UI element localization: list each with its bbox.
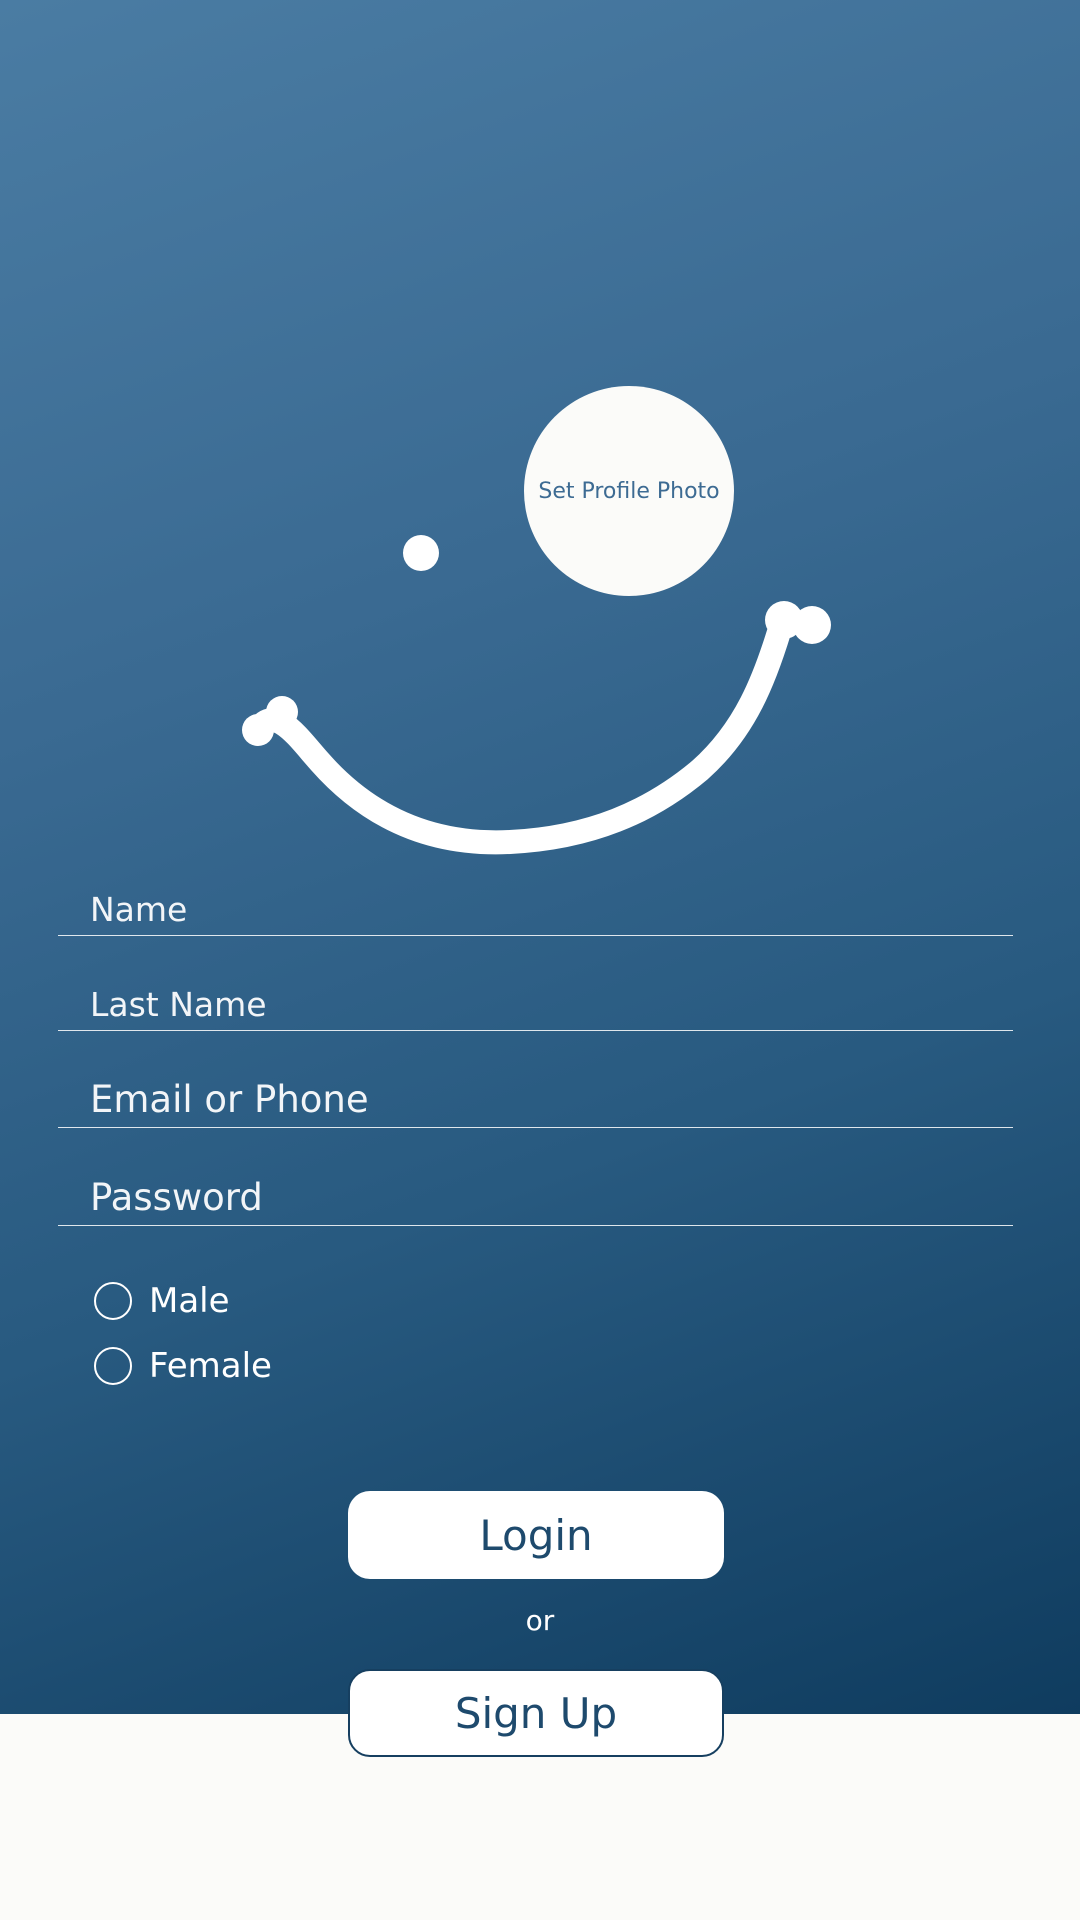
login-button[interactable]: Login (348, 1491, 724, 1579)
smile-eye-dot (403, 535, 439, 571)
gender-option-female[interactable]: Female (94, 1346, 272, 1386)
gender-female-label: Female (149, 1346, 272, 1386)
name-field (58, 880, 1013, 936)
radio-female-icon[interactable] (94, 1347, 132, 1385)
sign-up-button[interactable]: Sign Up (348, 1669, 724, 1757)
email-or-phone-input[interactable] (90, 1078, 990, 1121)
set-profile-photo-button[interactable]: Set Profile Photo (524, 386, 734, 596)
password-field (58, 1166, 1013, 1226)
gender-option-male[interactable]: Male (94, 1281, 230, 1321)
last-name-input[interactable] (90, 985, 990, 1024)
email-or-phone-field (58, 1068, 1013, 1128)
set-profile-photo-label: Set Profile Photo (538, 478, 720, 504)
gender-male-label: Male (149, 1281, 230, 1321)
name-input[interactable] (90, 890, 990, 929)
or-separator: or (525, 1604, 555, 1637)
radio-male-icon[interactable] (94, 1282, 132, 1320)
last-name-field (58, 975, 1013, 1031)
smile-logo-icon (242, 535, 831, 855)
password-input[interactable] (90, 1176, 990, 1219)
smile-mouth-stroke (246, 610, 794, 855)
